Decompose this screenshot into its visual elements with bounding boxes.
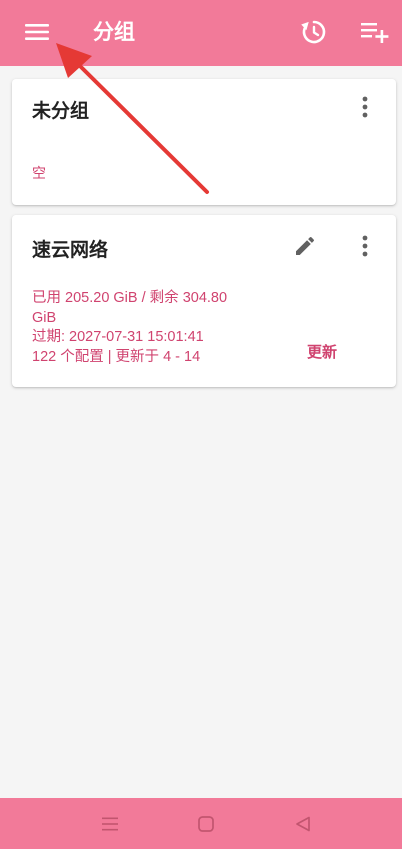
group-card-subscription[interactable]: 速云网络 已用 205.20 GiB / 剩余 304.80 GiB 过期: 2… — [12, 215, 396, 387]
back-button[interactable] — [291, 812, 315, 836]
group-name: 速云网络 — [32, 239, 109, 261]
recents-button[interactable] — [98, 812, 122, 836]
refresh-icon — [301, 20, 326, 44]
menu-icon — [25, 24, 49, 40]
more-options-button[interactable] — [354, 232, 376, 260]
group-name: 未分组 — [32, 100, 90, 122]
summary-text: 122 个配置 | 更新于 4 - 14 — [32, 348, 201, 365]
home-button[interactable] — [194, 812, 218, 836]
expiry-text: 过期: 2027-07-31 15:01:41 — [32, 329, 204, 345]
system-nav-bar — [0, 798, 402, 849]
edit-button[interactable] — [291, 232, 319, 260]
refresh-button[interactable] — [299, 17, 329, 47]
empty-label: 空 — [32, 166, 46, 182]
usage-unit-text: GiB — [32, 309, 57, 326]
recents-icon — [102, 817, 118, 831]
playlist-add-icon — [361, 23, 389, 43]
add-group-button[interactable] — [359, 17, 391, 47]
usage-text: 已用 205.20 GiB / 剩余 304.80 — [32, 290, 228, 306]
home-icon — [198, 816, 214, 832]
subscription-info: 已用 205.20 GiB / 剩余 304.80 GiB 过期: 2027-0… — [32, 289, 262, 367]
group-card-ungrouped[interactable]: 未分组 空 — [12, 79, 396, 205]
page-title: 分组 — [93, 20, 135, 44]
menu-button[interactable] — [22, 19, 52, 45]
app-bar: 分组 — [0, 0, 402, 66]
update-button[interactable]: 更新 — [302, 341, 342, 363]
more-options-button[interactable] — [354, 93, 376, 121]
more-vert-icon — [362, 96, 368, 118]
pencil-icon — [296, 236, 315, 255]
back-icon — [296, 816, 310, 832]
more-vert-icon — [362, 235, 368, 257]
